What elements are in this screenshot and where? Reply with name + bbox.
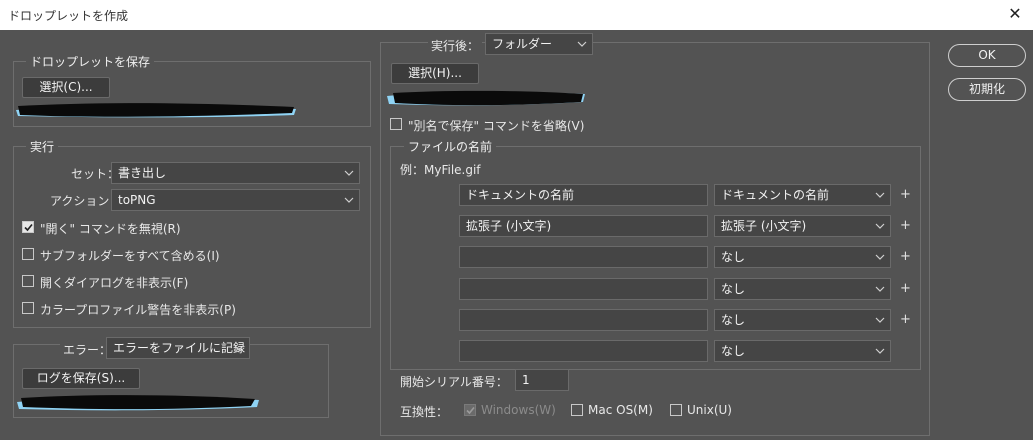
- compat-macos-checkbox[interactable]: [571, 404, 583, 416]
- ok-button[interactable]: OK: [948, 44, 1026, 67]
- chevron-down-icon: [233, 338, 245, 358]
- destination-select-value: フォルダー: [492, 37, 553, 51]
- destination-choose-button[interactable]: 選択(H)...: [391, 63, 479, 84]
- chevron-down-icon: [874, 216, 886, 236]
- redacted-destination-scribble: [387, 90, 585, 106]
- override-open-checkbox[interactable]: [22, 221, 34, 233]
- save-droplet-choose-button[interactable]: 選択(C)...: [22, 77, 110, 98]
- naming-field-5[interactable]: [459, 309, 708, 331]
- naming-select-3[interactable]: なし: [714, 246, 891, 268]
- compat-unix-label: Unix(U): [687, 403, 732, 417]
- suppress-color-warnings-checkbox[interactable]: [22, 302, 34, 314]
- naming-select-1-value: ドキュメントの名前: [721, 188, 830, 202]
- chevron-down-icon: [874, 185, 886, 205]
- naming-select-6-value: なし: [721, 344, 746, 358]
- chevron-down-icon: [343, 190, 355, 210]
- suppress-open-dialogs-label: 開くダイアログを非表示(F): [40, 276, 189, 290]
- suppress-open-dialogs-checkbox[interactable]: [22, 275, 34, 287]
- add-naming-row-icon[interactable]: +: [900, 281, 911, 296]
- action-select-value: toPNG: [118, 193, 156, 207]
- errors-select-value: エラーをファイルに記録: [113, 341, 246, 355]
- naming-select-5-value: なし: [721, 313, 746, 327]
- naming-select-2-value: 拡張子 (小文字): [721, 219, 807, 233]
- serial-number-input[interactable]: 1: [515, 369, 569, 391]
- close-icon[interactable]: ✕: [1005, 4, 1025, 24]
- naming-field-3[interactable]: [459, 246, 708, 268]
- errors-select[interactable]: エラーをファイルに記録: [106, 337, 250, 359]
- naming-select-4-value: なし: [721, 282, 746, 296]
- destination-select[interactable]: フォルダー: [485, 33, 593, 55]
- add-naming-row-icon[interactable]: +: [900, 187, 911, 202]
- include-subfolders-label: サブフォルダーをすべて含める(I): [40, 249, 220, 263]
- window-title: ドロップレットを作成: [8, 9, 129, 23]
- compat-windows-label: Windows(W): [481, 403, 556, 417]
- destination-label: 実行後：: [428, 37, 483, 54]
- action-select[interactable]: toPNG: [111, 189, 360, 211]
- naming-select-6[interactable]: なし: [714, 340, 891, 362]
- naming-field-2[interactable]: 拡張子 (小文字): [459, 215, 708, 237]
- override-save-as-checkbox[interactable]: [390, 118, 402, 130]
- add-naming-row-icon[interactable]: +: [900, 312, 911, 327]
- naming-field-4[interactable]: [459, 278, 708, 300]
- naming-field-1[interactable]: ドキュメントの名前: [459, 184, 708, 206]
- naming-select-5[interactable]: なし: [714, 309, 891, 331]
- file-naming-legend: ファイルの名前: [404, 138, 497, 155]
- compat-windows-checkbox: [464, 404, 476, 416]
- play-legend: 実行: [26, 138, 59, 155]
- redacted-log-path-scribble: [17, 395, 259, 411]
- chevron-down-icon: [576, 34, 588, 54]
- compat-macos-label: Mac OS(M): [588, 403, 653, 417]
- save-droplet-legend: ドロップレットを保存: [26, 53, 155, 70]
- compatibility-label: 互換性：: [400, 405, 449, 419]
- save-log-button[interactable]: ログを保存(S)...: [22, 368, 140, 389]
- override-open-label: "開く" コマンドを無視(R): [40, 222, 181, 236]
- file-naming-example: 例：MyFile.gif: [400, 163, 481, 177]
- serial-number-label: 開始シリアル番号：: [400, 375, 508, 389]
- chevron-down-icon: [343, 163, 355, 183]
- add-naming-row-icon[interactable]: +: [900, 249, 911, 264]
- naming-field-6[interactable]: [459, 340, 708, 362]
- naming-select-4[interactable]: なし: [714, 278, 891, 300]
- suppress-color-warnings-label: カラープロファイル警告を非表示(P): [40, 303, 236, 317]
- naming-select-2[interactable]: 拡張子 (小文字): [714, 215, 891, 237]
- chevron-down-icon: [874, 279, 886, 299]
- set-select[interactable]: 書き出し: [111, 162, 360, 184]
- chevron-down-icon: [874, 310, 886, 330]
- chevron-down-icon: [874, 247, 886, 267]
- include-subfolders-checkbox[interactable]: [22, 248, 34, 260]
- add-naming-row-icon[interactable]: +: [900, 218, 911, 233]
- compat-unix-checkbox[interactable]: [670, 404, 682, 416]
- naming-select-1[interactable]: ドキュメントの名前: [714, 184, 891, 206]
- redacted-path-scribble: [16, 103, 296, 118]
- set-select-value: 書き出し: [118, 166, 167, 180]
- chevron-down-icon: [874, 341, 886, 361]
- reset-button[interactable]: 初期化: [948, 78, 1026, 101]
- override-save-as-label: "別名で保存" コマンドを省略(V): [408, 119, 585, 133]
- naming-select-3-value: なし: [721, 250, 746, 264]
- title-bar: ドロップレットを作成 ✕: [0, 0, 1033, 30]
